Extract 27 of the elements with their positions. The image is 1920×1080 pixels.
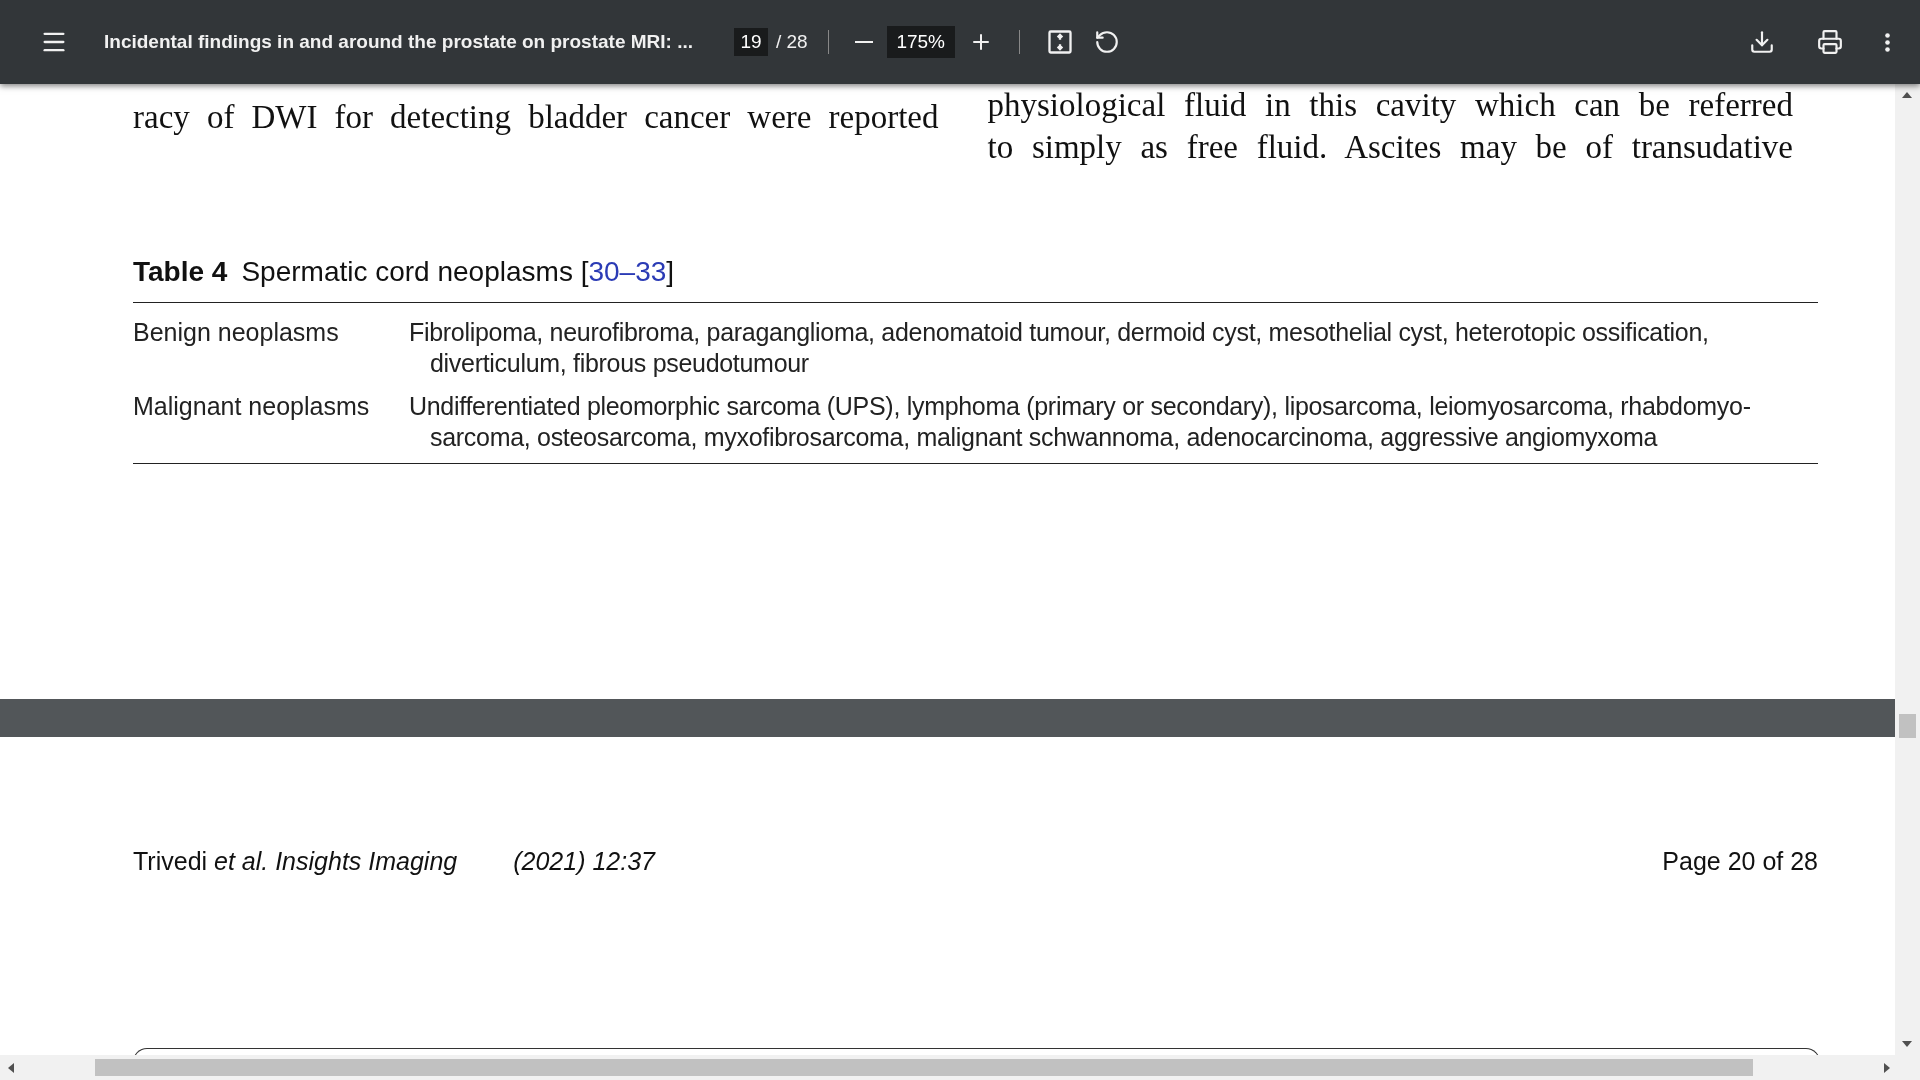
table-cell-line: diverticulum, fibrous pseudotumour — [429, 348, 810, 379]
table-cell-line: Undifferentiated pleomorphic sarcoma (UPS), lymphoma (primary or secondary), liposarcoma, leiomyosarcoma, rhabdomyo- — [409, 391, 1751, 422]
citation-text: Trivedi et al. Insights Imaging — [133, 847, 458, 876]
page-number-field[interactable]: 19 — [734, 28, 768, 56]
body-text-line: racy of DWI for detecting bladder cancer were reported — [133, 98, 939, 137]
minus-icon — [854, 41, 873, 43]
zoom-field[interactable]: 175% — [886, 26, 955, 58]
citation-year: (2021) 12:37 — [513, 847, 655, 876]
more-options-icon — [1885, 32, 1890, 52]
document-title: Incidental findings in and around the prostate on prostate MRI: ... — [104, 31, 695, 53]
fit-page-icon — [1045, 28, 1074, 56]
body-text-line: physiological fluid in this cavity which can be referred — [987, 86, 1793, 125]
printer-icon — [1817, 29, 1843, 55]
download-icon — [1749, 29, 1775, 55]
table-cell-text: Malignant neoplasms — [133, 391, 371, 422]
body-text-line: to simply as free fluid. Ascites may be of transudative — [987, 128, 1793, 167]
page-total: / 28 — [776, 31, 808, 53]
table-cell-line: Fibrolipoma, neurofibroma, paraganglioma, adenomatoid tumour, dermoid cyst, mesothelial cyst, heterotopic ossification, — [409, 317, 1709, 348]
page-footer-number: Page 20 of 28 — [1662, 847, 1818, 876]
vertical-scrollbar[interactable] — [1895, 84, 1920, 1055]
table-label: Table 4 — [133, 256, 228, 288]
table-cell-line: sarcoma, osteosarcoma, myxofibrosarcoma, malignant schwannoma, adenocarcinoma, aggressive angiomyxoma — [429, 422, 1659, 453]
table-caption: Spermatic cord neoplasms [30–33] — [241, 256, 675, 288]
horizontal-scrollbar[interactable] — [0, 1055, 1920, 1080]
rotate-icon — [1093, 29, 1120, 55]
reference-link[interactable]: 30–33 — [588, 256, 667, 287]
table-cell-text: Benign neoplasms — [133, 317, 340, 348]
